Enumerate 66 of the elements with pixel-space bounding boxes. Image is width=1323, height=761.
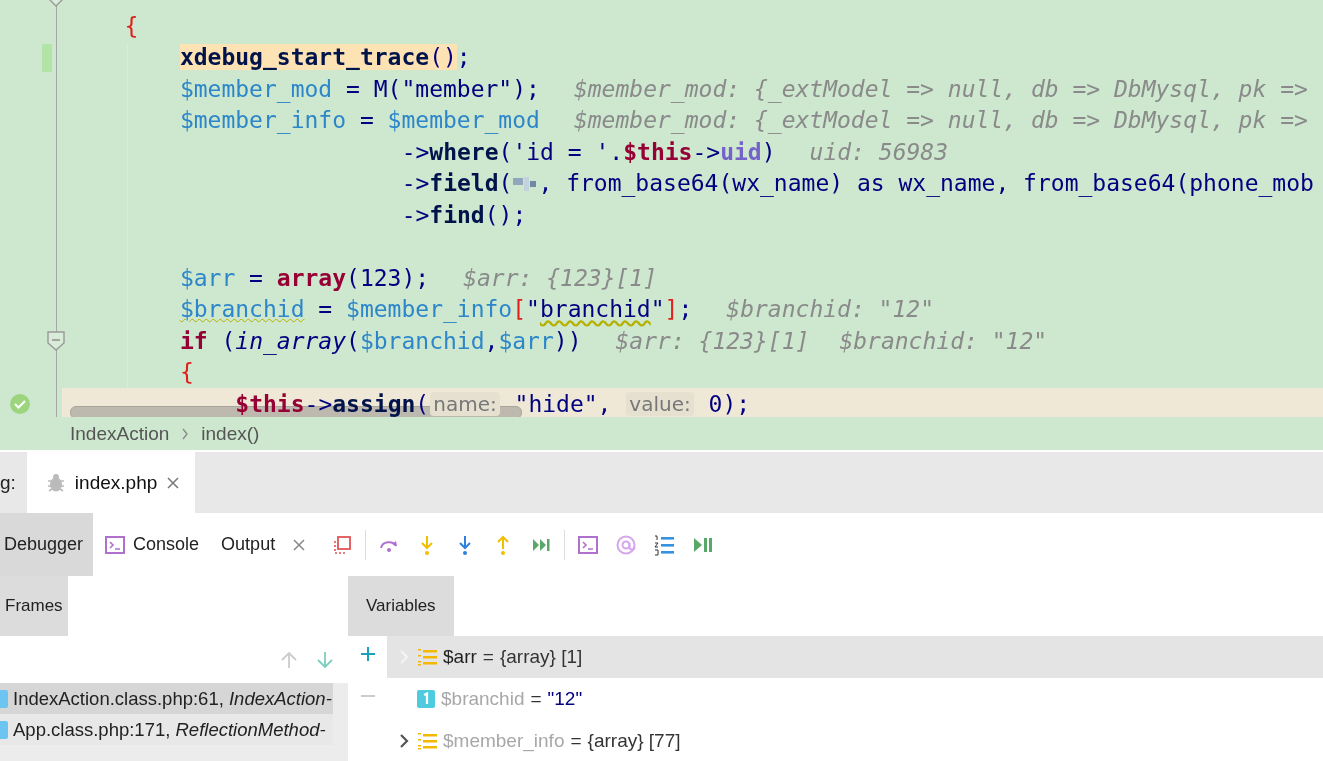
restore-layout-icon[interactable] [331, 533, 354, 556]
variable-row[interactable]: $arr = {array} [1] [387, 636, 1323, 678]
console-icon [105, 535, 126, 554]
inline-value-hint: uid: 56983 [809, 138, 949, 165]
code-text: $member_info = $member_mod [179, 107, 540, 134]
variable-value: {array} [1] [499, 646, 583, 668]
debug-label: g: [0, 471, 16, 494]
code-text: $arr = array(123); [179, 264, 430, 291]
equals-sign: = [530, 688, 542, 710]
expand-chevron-icon[interactable] [399, 733, 409, 749]
breakpoint-check-icon[interactable] [10, 394, 30, 414]
frame-marker [0, 720, 8, 739]
arrow-down-icon[interactable] [316, 650, 334, 669]
equals-sign: = [482, 646, 494, 668]
equals-sign: = [570, 730, 582, 752]
frames-list-icon[interactable] [653, 533, 676, 556]
session-tab[interactable]: index.php [26, 452, 196, 513]
close-icon[interactable] [167, 476, 180, 489]
code-text: "hide", [513, 390, 613, 417]
tool-tab[interactable]: Debugger [0, 513, 94, 576]
code-text: if (in_array($branchid,$arr)) [179, 327, 582, 354]
inline-value-hint: $branchid: "12" [839, 327, 1048, 354]
plus-icon[interactable] [359, 646, 376, 662]
frame-marker [0, 689, 8, 708]
variable-name: $member_info [443, 730, 565, 752]
code-text: ->where('id = '.$this->uid) [401, 138, 776, 165]
code-text: $member_mod = M("member"); [179, 75, 540, 102]
code-text: $branchid = $member_info["branchid"]; [179, 296, 693, 323]
array-icon [417, 732, 437, 750]
code-text: ->field( [401, 170, 513, 197]
tool-tab[interactable]: Output [217, 513, 316, 576]
arrow-up-icon[interactable] [280, 650, 298, 669]
tool-tab[interactable]: Console [101, 513, 210, 576]
primitive-value-icon [417, 690, 435, 708]
code-text: { [124, 12, 139, 39]
bug-icon [46, 472, 65, 493]
console-icon[interactable] [577, 533, 600, 556]
code-text: ->find(); [401, 201, 527, 228]
breadcrumb-item[interactable]: index() [201, 422, 260, 445]
variable-value: "12" [547, 688, 583, 710]
code-text: , from_base64(wx_name) as wx_name, from_base64(phone_mob [538, 170, 1314, 197]
inline-value-hint: $arr: {123}[1] [615, 327, 810, 354]
inline-value-hint: $branchid: "12" [726, 296, 934, 323]
code-text: { [179, 359, 194, 386]
frame-text: IndexAction.class.php:61, IndexAction- [13, 687, 332, 710]
at-sign-icon[interactable] [615, 533, 638, 556]
inline-value-hint: $arr: {123}[1] [463, 264, 658, 291]
variable-name: $arr [443, 646, 477, 668]
breadcrumb-item[interactable]: IndexAction [70, 422, 170, 445]
frame-text: App.class.php:171, ReflectionMethod- [13, 718, 326, 741]
inline-value-hint: $member_mod: {_extModel => null, db => DbMysql, pk => [573, 107, 1308, 134]
fold-marker-icon[interactable] [46, 330, 66, 352]
parameter-hint: name: [430, 391, 500, 416]
chevron-right-icon [181, 427, 190, 440]
variables-header: Variables [348, 576, 454, 636]
code-text: 0); [707, 390, 751, 417]
frames-header: Frames [0, 576, 68, 636]
frame-row[interactable]: App.class.php:171, ReflectionMethod- [0, 714, 333, 745]
inline-value-hint: $member_mod: {_extModel => null, db => DbMysql, pk => [573, 75, 1308, 102]
close-icon[interactable] [293, 538, 306, 551]
parameter-hint: value: [626, 391, 694, 416]
frame-row[interactable]: IndexAction.class.php:61, IndexAction- [0, 683, 333, 714]
variable-value: {array} [77] [587, 730, 681, 752]
variable-name: $branchid [441, 688, 525, 710]
array-icon [417, 648, 437, 666]
code-text: $this->assign( [235, 390, 430, 417]
